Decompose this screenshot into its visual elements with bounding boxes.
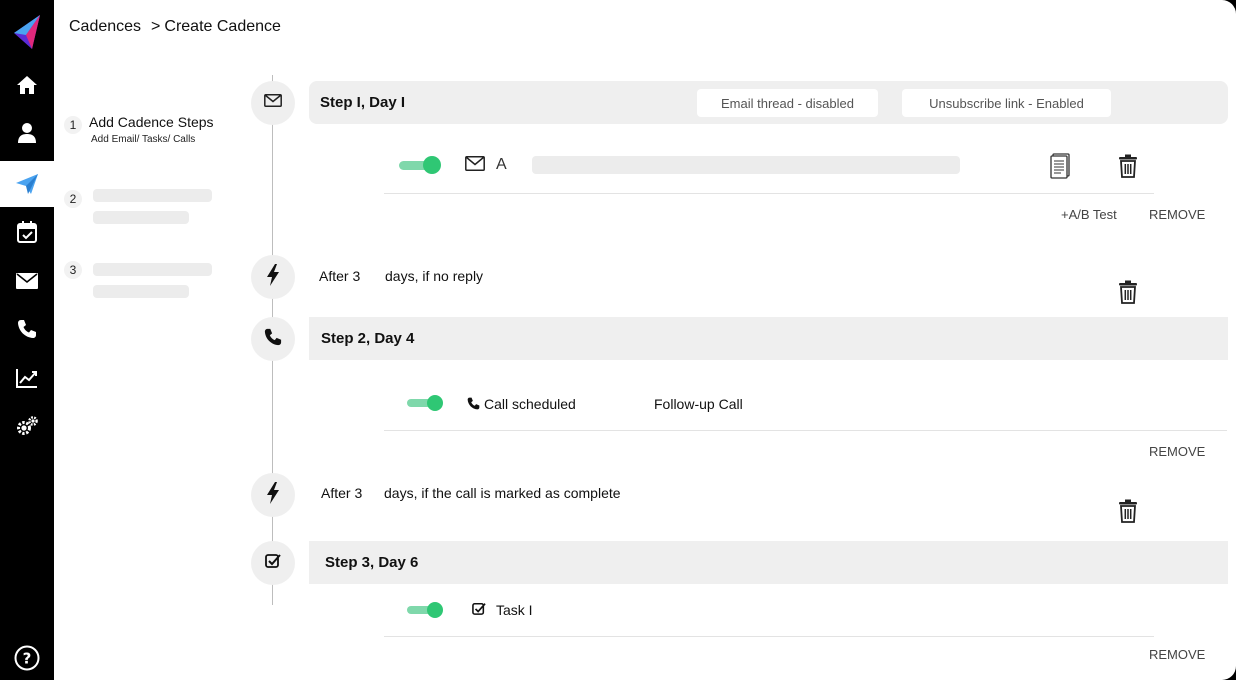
- delay-1-node: [251, 255, 295, 299]
- main-content: Cadences > Create Cadence 1 Add Cadence St…: [54, 0, 1236, 680]
- mail-outline-icon: [465, 156, 485, 176]
- svg-text:?: ?: [23, 650, 32, 668]
- sidebar: ?: [0, 0, 54, 680]
- phone-icon[interactable]: [0, 306, 54, 352]
- lightning-icon: [266, 263, 280, 291]
- wizard-step-1-title[interactable]: Add Cadence Steps: [89, 114, 214, 130]
- step-2-remove-button[interactable]: REMOVE: [1149, 444, 1205, 459]
- checkbox-checked-icon: [265, 553, 281, 573]
- step-3-divider: [384, 636, 1154, 637]
- breadcrumb-current: Create Cadence: [164, 18, 281, 35]
- step-2-enable-toggle[interactable]: [407, 395, 443, 411]
- delay-2-after[interactable]: After 3: [321, 485, 362, 501]
- step-3-enable-toggle[interactable]: [407, 602, 443, 618]
- breadcrumb-separator: >: [151, 18, 161, 35]
- step-1-title: Step I, Day I: [320, 94, 406, 111]
- delay-2-node: [251, 473, 295, 517]
- calendar-check-icon[interactable]: [0, 209, 54, 255]
- step-1-divider: [384, 193, 1154, 194]
- step-3-header: Step 3, Day 6: [309, 541, 1228, 584]
- help-icon[interactable]: ?: [0, 635, 54, 680]
- call-name[interactable]: Follow-up Call: [654, 396, 743, 412]
- wizard-step-2-placeholder-sub: [93, 211, 189, 224]
- wizard-step-1-subtitle: Add Email/ Tasks/ Calls: [91, 134, 196, 145]
- step-2-node: [251, 317, 295, 361]
- breadcrumb: Cadences > Create Cadence: [69, 18, 281, 36]
- wizard-step-3-placeholder-sub: [93, 285, 189, 298]
- gears-icon[interactable]: [0, 403, 54, 449]
- send-icon[interactable]: [0, 161, 54, 207]
- step-2-divider: [384, 430, 1227, 431]
- ab-test-button[interactable]: +A/B Test: [1061, 207, 1117, 222]
- step-1-enable-toggle[interactable]: [399, 156, 441, 174]
- wizard-step-2-placeholder: [93, 189, 212, 202]
- delay-1-after[interactable]: After 3: [319, 268, 360, 284]
- call-status: Call scheduled: [484, 396, 576, 412]
- app-window: ? Cadences > Create Cadence 1 Add Cadence …: [0, 0, 1236, 680]
- delay-2-condition[interactable]: days, if the call is marked as complete: [384, 485, 621, 501]
- task-name[interactable]: Task I: [496, 602, 533, 618]
- mail-outline-icon: [264, 94, 282, 112]
- step-1-header: Step I, Day I Email thread - disabled Un…: [309, 81, 1228, 124]
- wizard-step-3-number: 3: [64, 261, 82, 279]
- step-3-remove-button[interactable]: REMOVE: [1149, 647, 1205, 662]
- phone-icon: [264, 328, 282, 351]
- step-1-node: [251, 81, 295, 125]
- step-1-remove-button[interactable]: REMOVE: [1149, 207, 1205, 222]
- template-document-icon[interactable]: [1050, 153, 1072, 184]
- wizard-step-3-placeholder: [93, 263, 212, 276]
- email-subject-field[interactable]: [532, 156, 960, 174]
- home-icon[interactable]: [0, 62, 54, 108]
- logo-paper-plane-icon[interactable]: [0, 8, 54, 56]
- wizard-step-2-number: 2: [64, 190, 82, 208]
- variant-label: A: [496, 156, 507, 173]
- trash-icon[interactable]: [1118, 499, 1138, 528]
- step-2-header: Step 2, Day 4: [309, 317, 1228, 360]
- step-3-title: Step 3, Day 6: [325, 554, 419, 571]
- mail-icon[interactable]: [0, 258, 54, 304]
- phone-icon: [467, 397, 480, 415]
- step-3-node: [251, 541, 295, 585]
- trash-icon[interactable]: [1118, 154, 1138, 183]
- delay-1-condition[interactable]: days, if no reply: [385, 268, 483, 284]
- wizard-step-1-number: 1: [64, 116, 82, 134]
- unsubscribe-link-toggle[interactable]: Unsubscribe link - Enabled: [902, 89, 1111, 117]
- checkbox-checked-icon: [472, 602, 486, 620]
- trash-icon[interactable]: [1118, 280, 1138, 309]
- email-thread-toggle[interactable]: Email thread - disabled: [697, 89, 878, 117]
- lightning-icon: [266, 481, 280, 509]
- step-2-title: Step 2, Day 4: [321, 330, 415, 347]
- breadcrumb-parent[interactable]: Cadences: [69, 18, 141, 35]
- user-icon[interactable]: [0, 110, 54, 156]
- chart-line-icon[interactable]: [0, 355, 54, 401]
